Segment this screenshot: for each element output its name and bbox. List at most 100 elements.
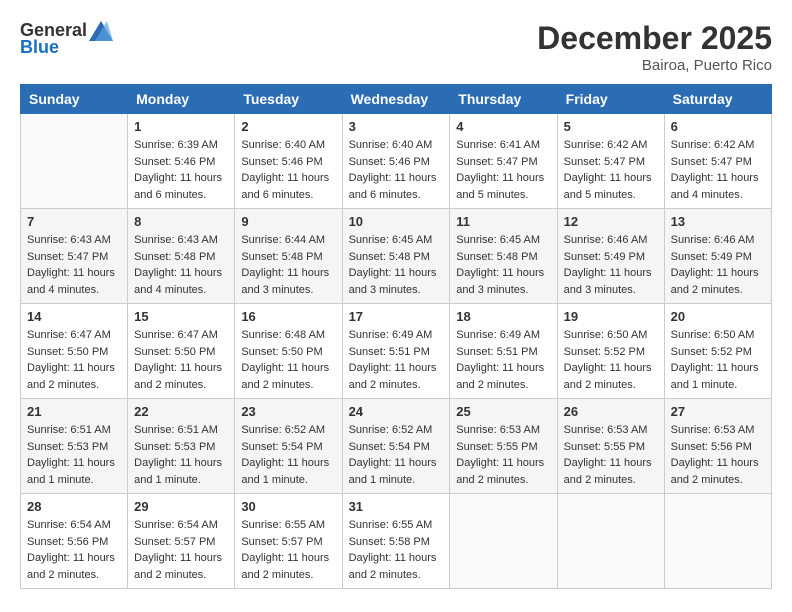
day-info: Sunrise: 6:51 AMSunset: 5:53 PMDaylight:… — [27, 422, 121, 488]
table-row: 8 Sunrise: 6:43 AMSunset: 5:48 PMDaylight… — [128, 209, 235, 304]
table-row: 18Sunrise: 6:49 AMSunset: 5:51 PMDayligh… — [450, 304, 557, 399]
header-sunday: Sunday — [21, 85, 128, 114]
table-row: 2Sunrise: 6:40 AMSunset: 5:46 PMDaylight… — [235, 114, 342, 209]
day-number: 24 — [349, 404, 444, 419]
header-wednesday: Wednesday — [342, 85, 450, 114]
table-row: 17 Sunrise: 6:49 AMSunset: 5:51 PMDayligh… — [342, 304, 450, 399]
table-row — [664, 494, 771, 589]
day-number: 21 — [27, 404, 121, 419]
table-row: 3 Sunrise: 6:40 AMSunset: 5:46 PMDaylight… — [342, 114, 450, 209]
day-info: Sunrise: 6:55 AMSunset: 5:57 PMDaylight:… — [241, 517, 335, 583]
header-saturday: Saturday — [664, 85, 771, 114]
day-number: 22 — [134, 404, 228, 419]
table-row: 24 Sunrise: 6:52 AMSunset: 5:54 PMDayligh… — [342, 399, 450, 494]
day-number: 13 — [671, 214, 765, 229]
logo-icon — [89, 21, 113, 41]
table-row — [450, 494, 557, 589]
table-row: 16 Sunrise: 6:48 AMSunset: 5:50 PMDayligh… — [235, 304, 342, 399]
day-number: 18 — [456, 309, 550, 324]
day-info: Sunrise: 6:52 AMSunset: 5:54 PMDaylight:… — [349, 422, 444, 488]
day-number: 9 — [241, 214, 335, 229]
day-info: Sunrise: 6:43 AMSunset: 5:47 PMDaylight:… — [27, 232, 121, 298]
table-row: 26 Sunrise: 6:53 AMSunset: 5:55 PMDayligh… — [557, 399, 664, 494]
header-tuesday: Tuesday — [235, 85, 342, 114]
table-row: 1 Sunrise: 6:39 AMSunset: 5:46 PMDaylight… — [128, 114, 235, 209]
day-number: 23 — [241, 404, 335, 419]
table-row: 31 Sunrise: 6:55 AMSunset: 5:58 PMDayligh… — [342, 494, 450, 589]
day-number: 15 — [134, 309, 228, 324]
calendar-table: Sunday Monday Tuesday Wednesday Thursday… — [20, 84, 772, 589]
day-number: 12 — [564, 214, 658, 229]
day-info: Sunrise: 6:50 AMSunset: 5:52 PMDaylight:… — [564, 327, 658, 393]
day-number: 16 — [241, 309, 335, 324]
day-number: 8 — [134, 214, 228, 229]
day-number: 17 — [349, 309, 444, 324]
day-info: Sunrise: 6:40 AMSunset: 5:46 PMDaylight:… — [349, 137, 444, 203]
calendar-week-row: 1 Sunrise: 6:39 AMSunset: 5:46 PMDaylight… — [21, 114, 772, 209]
table-row: 7Sunrise: 6:43 AMSunset: 5:47 PMDaylight… — [21, 209, 128, 304]
title-section: December 2025 Bairoa, Puerto Rico — [537, 20, 772, 74]
day-number: 1 — [134, 119, 228, 134]
table-row: 10Sunrise: 6:45 AMSunset: 5:48 PMDayligh… — [342, 209, 450, 304]
day-info: Sunrise: 6:39 AMSunset: 5:46 PMDaylight:… — [134, 137, 228, 203]
day-info: Sunrise: 6:55 AMSunset: 5:58 PMDaylight:… — [349, 517, 444, 583]
day-number: 31 — [349, 499, 444, 514]
day-number: 11 — [456, 214, 550, 229]
day-info: Sunrise: 6:47 AMSunset: 5:50 PMDaylight:… — [27, 327, 121, 393]
header-monday: Monday — [128, 85, 235, 114]
day-number: 20 — [671, 309, 765, 324]
day-number: 28 — [27, 499, 121, 514]
day-number: 25 — [456, 404, 550, 419]
page-header: General Blue December 2025 Bairoa, Puert… — [20, 20, 772, 74]
day-info: Sunrise: 6:46 AMSunset: 5:49 PMDaylight:… — [564, 232, 658, 298]
day-info: Sunrise: 6:46 AMSunset: 5:49 PMDaylight:… — [671, 232, 765, 298]
table-row: 13 Sunrise: 6:46 AMSunset: 5:49 PMDayligh… — [664, 209, 771, 304]
day-info: Sunrise: 6:47 AMSunset: 5:50 PMDaylight:… — [134, 327, 228, 393]
table-row: 14 Sunrise: 6:47 AMSunset: 5:50 PMDayligh… — [21, 304, 128, 399]
day-number: 27 — [671, 404, 765, 419]
table-row: 19Sunrise: 6:50 AMSunset: 5:52 PMDayligh… — [557, 304, 664, 399]
calendar-week-row: 14 Sunrise: 6:47 AMSunset: 5:50 PMDayligh… — [21, 304, 772, 399]
day-info: Sunrise: 6:48 AMSunset: 5:50 PMDaylight:… — [241, 327, 335, 393]
day-info: Sunrise: 6:54 AMSunset: 5:56 PMDaylight:… — [27, 517, 121, 583]
day-info: Sunrise: 6:52 AMSunset: 5:54 PMDaylight:… — [241, 422, 335, 488]
table-row: 6 Sunrise: 6:42 AMSunset: 5:47 PMDaylight… — [664, 114, 771, 209]
table-row: 11 Sunrise: 6:45 AMSunset: 5:48 PMDayligh… — [450, 209, 557, 304]
table-row: 28 Sunrise: 6:54 AMSunset: 5:56 PMDayligh… — [21, 494, 128, 589]
day-info: Sunrise: 6:43 AMSunset: 5:48 PMDaylight:… — [134, 232, 228, 298]
table-row: 15 Sunrise: 6:47 AMSunset: 5:50 PMDayligh… — [128, 304, 235, 399]
table-row: 22 Sunrise: 6:51 AMSunset: 5:53 PMDayligh… — [128, 399, 235, 494]
day-info: Sunrise: 6:51 AMSunset: 5:53 PMDaylight:… — [134, 422, 228, 488]
day-info: Sunrise: 6:53 AMSunset: 5:56 PMDaylight:… — [671, 422, 765, 488]
table-row: 29Sunrise: 6:54 AMSunset: 5:57 PMDayligh… — [128, 494, 235, 589]
day-info: Sunrise: 6:42 AMSunset: 5:47 PMDaylight:… — [671, 137, 765, 203]
table-row: 23 Sunrise: 6:52 AMSunset: 5:54 PMDayligh… — [235, 399, 342, 494]
table-row: 4Sunrise: 6:41 AMSunset: 5:47 PMDaylight… — [450, 114, 557, 209]
day-number: 26 — [564, 404, 658, 419]
day-number: 10 — [349, 214, 444, 229]
header-friday: Friday — [557, 85, 664, 114]
day-number: 6 — [671, 119, 765, 134]
logo-blue-text: Blue — [20, 37, 59, 58]
day-number: 14 — [27, 309, 121, 324]
calendar-week-row: 28 Sunrise: 6:54 AMSunset: 5:56 PMDayligh… — [21, 494, 772, 589]
month-title: December 2025 — [537, 20, 772, 57]
day-info: Sunrise: 6:50 AMSunset: 5:52 PMDaylight:… — [671, 327, 765, 393]
table-row: 9Sunrise: 6:44 AMSunset: 5:48 PMDaylight… — [235, 209, 342, 304]
table-row: 25 Sunrise: 6:53 AMSunset: 5:55 PMDayligh… — [450, 399, 557, 494]
day-info: Sunrise: 6:53 AMSunset: 5:55 PMDaylight:… — [456, 422, 550, 488]
day-number: 29 — [134, 499, 228, 514]
header-thursday: Thursday — [450, 85, 557, 114]
day-info: Sunrise: 6:45 AMSunset: 5:48 PMDaylight:… — [456, 232, 550, 298]
location-subtitle: Bairoa, Puerto Rico — [537, 57, 772, 74]
day-info: Sunrise: 6:49 AMSunset: 5:51 PMDaylight:… — [349, 327, 444, 393]
day-number: 4 — [456, 119, 550, 134]
calendar-week-row: 7Sunrise: 6:43 AMSunset: 5:47 PMDaylight… — [21, 209, 772, 304]
day-number: 3 — [349, 119, 444, 134]
day-number: 30 — [241, 499, 335, 514]
table-row: 27 Sunrise: 6:53 AMSunset: 5:56 PMDayligh… — [664, 399, 771, 494]
day-info: Sunrise: 6:53 AMSunset: 5:55 PMDaylight:… — [564, 422, 658, 488]
table-row — [557, 494, 664, 589]
table-row: 5Sunrise: 6:42 AMSunset: 5:47 PMDaylight… — [557, 114, 664, 209]
calendar-week-row: 21 Sunrise: 6:51 AMSunset: 5:53 PMDayligh… — [21, 399, 772, 494]
